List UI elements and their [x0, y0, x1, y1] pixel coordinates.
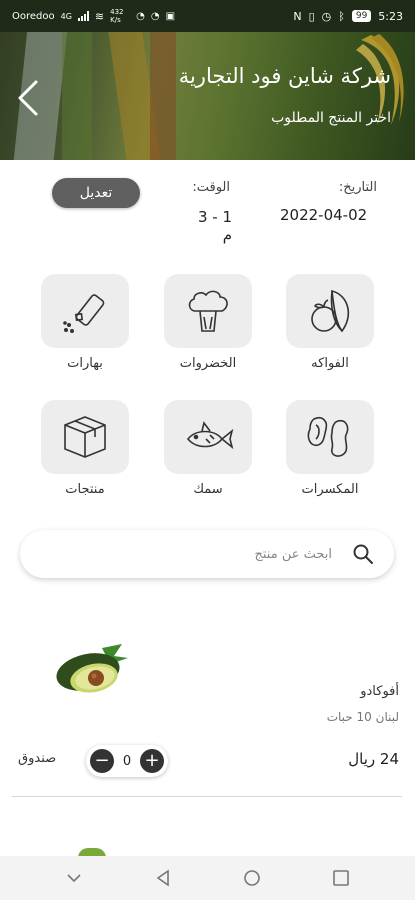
- broccoli-icon: [188, 290, 228, 332]
- nuts-icon: [307, 416, 349, 457]
- system-nav-bar: [0, 856, 415, 900]
- back-triangle-icon[interactable]: [152, 867, 174, 889]
- category-vegetables[interactable]: الخضروات: [163, 274, 253, 371]
- home-circle-icon[interactable]: [241, 867, 263, 889]
- unit-label: صندوق: [18, 751, 57, 766]
- carrier-name: Ooredoo: [12, 10, 55, 22]
- battery-icon: 99: [351, 10, 372, 22]
- category-label: منتجات: [65, 482, 105, 497]
- category-tile[interactable]: [286, 400, 374, 474]
- increment-button[interactable]: +: [140, 749, 164, 773]
- category-tile[interactable]: [286, 274, 374, 348]
- chevron-down-icon[interactable]: [63, 867, 85, 889]
- category-spices[interactable]: بهارات: [40, 274, 130, 371]
- avocado-image: [56, 644, 128, 693]
- network-speed: 432 K/s: [110, 8, 124, 24]
- category-label: المكسرات: [301, 482, 359, 497]
- spice-shaker-icon: [63, 294, 105, 333]
- category-products[interactable]: منتجات: [40, 400, 130, 497]
- category-label: الفواكه: [311, 356, 349, 371]
- vibrate-icon: ▯: [308, 9, 315, 23]
- search-input[interactable]: [20, 530, 394, 578]
- recents-square-icon[interactable]: [330, 867, 352, 889]
- category-fruits[interactable]: الفواكه: [285, 274, 375, 371]
- page-subtitle: اختر المنتج المطلوب: [271, 110, 391, 126]
- network-type: 4G: [60, 11, 72, 21]
- quantity-stepper: − 0 +: [86, 745, 168, 777]
- category-nuts[interactable]: المكسرات: [285, 400, 375, 497]
- status-bar: Ooredoo 4G ≋ 432 K/s ◔ ◔ ▣ N ▯ ◷ ᛒ 99 5:…: [0, 0, 415, 32]
- date-value: 2022-04-02: [280, 206, 368, 224]
- category-tile[interactable]: [41, 274, 129, 348]
- bluetooth-icon: ᛒ: [338, 9, 345, 23]
- product-description: لبنان 10 حبات: [326, 710, 399, 724]
- clock: 5:23: [378, 9, 403, 23]
- back-arrow-icon[interactable]: [14, 78, 44, 118]
- wifi-icon: ≋: [94, 9, 105, 23]
- box-icon: [64, 416, 106, 458]
- edit-button[interactable]: تعديل: [52, 178, 140, 208]
- decrement-button[interactable]: −: [90, 749, 114, 773]
- category-label: سمك: [193, 482, 223, 497]
- time-label: الوقت:: [192, 180, 230, 195]
- category-tile[interactable]: [41, 400, 129, 474]
- signal-icon: [77, 11, 89, 21]
- category-tile[interactable]: [164, 400, 252, 474]
- company-name: شركة شاين فود التجارية: [178, 64, 391, 88]
- product-price: 24 ريال: [348, 750, 399, 768]
- photo-icon: ▣: [165, 10, 176, 22]
- divider: [12, 796, 402, 797]
- category-fish[interactable]: سمك: [163, 400, 253, 497]
- alarm-icon: ◷: [321, 9, 332, 23]
- fruits-icon: [311, 289, 350, 333]
- time-value: 1 - 3 م: [197, 208, 232, 244]
- nfc-icon: N: [293, 9, 302, 23]
- search-icon[interactable]: [352, 543, 374, 565]
- category-tile[interactable]: [164, 274, 252, 348]
- quantity-value: 0: [122, 753, 132, 769]
- category-label: بهارات: [67, 356, 103, 371]
- whatsapp-icon: ◔: [136, 10, 145, 22]
- date-label: التاريخ:: [338, 180, 377, 195]
- category-label: الخضروات: [179, 356, 237, 371]
- whatsapp-icon: ◔: [150, 10, 160, 22]
- product-name: أفوكادو: [360, 684, 399, 699]
- fish-icon: [186, 421, 234, 450]
- search-bar[interactable]: [20, 530, 394, 578]
